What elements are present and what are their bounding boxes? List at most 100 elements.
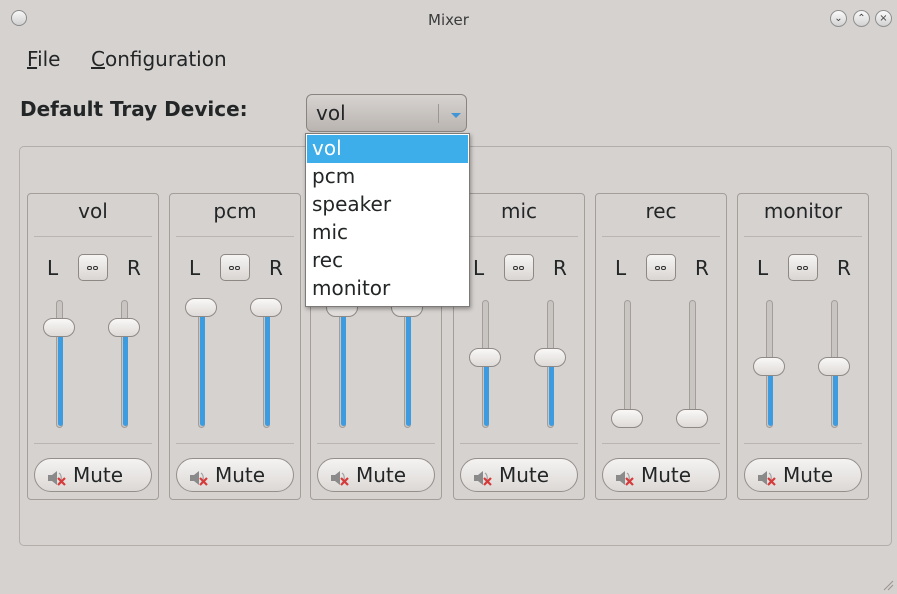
link-channels-button[interactable] (78, 254, 108, 281)
channel-divider (602, 443, 720, 444)
mute-button[interactable]: Mute (176, 458, 294, 492)
slider-fill (406, 310, 411, 426)
channel-name: vol (78, 199, 108, 223)
left-volume-slider[interactable] (753, 300, 785, 428)
channel-divider (460, 236, 578, 237)
right-channel-label: R (837, 256, 851, 280)
menu-file[interactable]: File (27, 47, 60, 71)
channel-divider (317, 443, 435, 444)
slider-handle[interactable] (753, 357, 785, 376)
link-channels-button[interactable] (788, 254, 818, 281)
link-channels-button[interactable] (646, 254, 676, 281)
combo-separator (438, 104, 439, 123)
link-channels-button[interactable] (504, 254, 534, 281)
dropdown-option-rec[interactable]: rec (307, 247, 468, 275)
minimize-button[interactable]: ⌄ (830, 10, 847, 27)
slider-handle[interactable] (469, 348, 501, 367)
mute-button[interactable]: Mute (34, 458, 152, 492)
left-volume-slider[interactable] (611, 300, 643, 428)
right-volume-slider[interactable] (391, 298, 423, 428)
slider-handle[interactable] (818, 357, 850, 376)
channel-divider (34, 443, 152, 444)
speaker-muted-icon (330, 468, 354, 486)
right-volume-slider[interactable] (534, 300, 566, 428)
channel-divider (460, 443, 578, 444)
window-title: Mixer (428, 11, 469, 29)
mute-label: Mute (215, 463, 266, 487)
channel-name: mic (500, 199, 538, 223)
dropdown-arrow-icon[interactable] (451, 113, 461, 118)
channel-divider (744, 236, 862, 237)
mute-button[interactable]: Mute (602, 458, 720, 492)
slider-track (263, 300, 270, 428)
dropdown-option-vol[interactable]: vol (307, 135, 468, 163)
slider-fill (484, 362, 489, 426)
left-volume-slider[interactable] (469, 300, 501, 428)
mute-button[interactable]: Mute (744, 458, 862, 492)
slider-fill (341, 310, 346, 426)
speaker-muted-icon (473, 468, 497, 486)
right-channel-label: R (269, 256, 283, 280)
right-volume-slider[interactable] (818, 300, 850, 428)
channel-name: monitor (763, 199, 843, 223)
tray-device-combobox[interactable]: vol (306, 94, 467, 132)
chain-link-icon (87, 266, 99, 270)
left-channel-label: L (757, 256, 769, 280)
dropdown-option-pcm[interactable]: pcm (307, 163, 468, 191)
combo-selected-value: vol (316, 101, 346, 125)
right-channel-label: R (127, 256, 141, 280)
slider-track (404, 300, 411, 428)
left-volume-slider[interactable] (43, 300, 75, 428)
slider-handle[interactable] (108, 318, 140, 337)
left-channel-label: L (473, 256, 485, 280)
slider-handle[interactable] (185, 298, 217, 317)
chain-link-icon (655, 266, 667, 270)
slider-handle[interactable] (250, 298, 282, 317)
slider-handle[interactable] (611, 409, 643, 428)
mute-label: Mute (356, 463, 407, 487)
slider-track (198, 300, 205, 428)
resize-grip-icon[interactable] (882, 579, 894, 591)
slider-handle[interactable] (43, 318, 75, 337)
mute-button[interactable]: Mute (460, 458, 578, 492)
dropdown-option-mic[interactable]: mic (307, 219, 468, 247)
link-channels-button[interactable] (220, 254, 250, 281)
channel-name: pcm (213, 199, 257, 223)
dropdown-option-speaker[interactable]: speaker (307, 191, 468, 219)
channel-strip-pcm: pcm L R Mute (169, 193, 301, 500)
channel-divider (176, 236, 294, 237)
title-bar[interactable]: Mixer ⌄ ⌃ × (0, 0, 897, 38)
left-volume-slider[interactable] (326, 298, 358, 428)
channel-divider (602, 236, 720, 237)
mute-label: Mute (783, 463, 834, 487)
slider-fill (200, 310, 205, 426)
dropdown-option-monitor[interactable]: monitor (307, 275, 468, 303)
slider-handle[interactable] (676, 409, 708, 428)
close-button[interactable]: × (875, 10, 892, 27)
slider-fill (833, 371, 838, 426)
chain-link-icon (797, 266, 809, 270)
chain-link-icon (513, 266, 525, 270)
channel-divider (744, 443, 862, 444)
maximize-button[interactable]: ⌃ (853, 10, 870, 27)
slider-fill (58, 331, 63, 426)
right-channel-label: R (553, 256, 567, 280)
channel-strip-monitor: monitor L R Mute (737, 193, 869, 500)
mute-label: Mute (499, 463, 550, 487)
right-volume-slider[interactable] (676, 300, 708, 428)
default-tray-device-label: Default Tray Device: (20, 97, 248, 121)
speaker-muted-icon (757, 468, 781, 486)
slider-track (339, 300, 346, 428)
left-volume-slider[interactable] (185, 298, 217, 428)
right-volume-slider[interactable] (250, 298, 282, 428)
slider-handle[interactable] (534, 348, 566, 367)
channel-name: rec (645, 199, 677, 223)
menu-configuration[interactable]: Configuration (91, 47, 227, 71)
speaker-muted-icon (615, 468, 639, 486)
slider-fill (123, 331, 128, 426)
right-volume-slider[interactable] (108, 300, 140, 428)
slider-fill (549, 362, 554, 426)
mute-button[interactable]: Mute (317, 458, 435, 492)
tray-device-dropdown-list: vol pcm speaker mic rec monitor (305, 133, 470, 307)
left-channel-label: L (615, 256, 627, 280)
